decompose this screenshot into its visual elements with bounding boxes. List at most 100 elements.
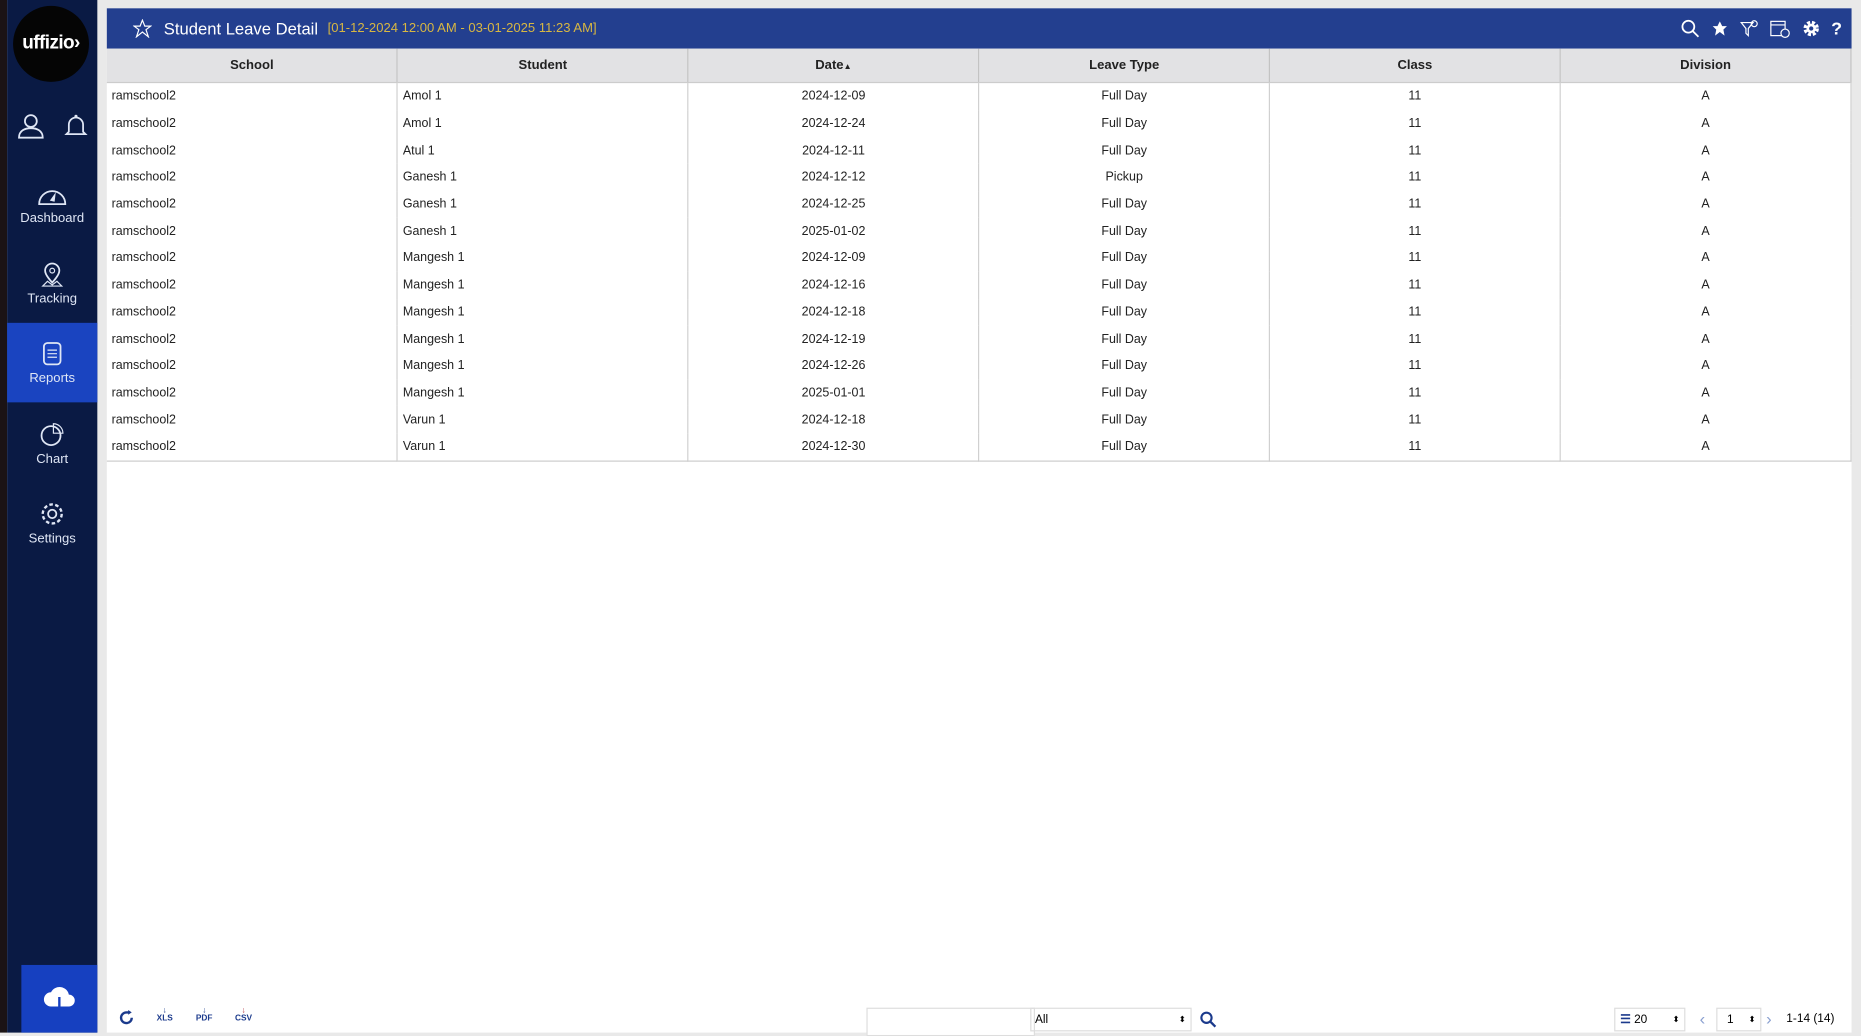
cell-date: 2025-01-01 [688, 379, 980, 407]
table-row[interactable]: ramschool2 Mangesh 1 2024-12-16 Full Day 11 A [106, 271, 1852, 299]
cell-division: A [1560, 379, 1852, 407]
cell-date: 2024-12-26 [688, 352, 980, 380]
column-header-class[interactable]: Class [1269, 48, 1561, 84]
user-icon[interactable] [16, 113, 44, 139]
cell-division: A [1560, 82, 1852, 111]
cell-school: ramschool2 [106, 352, 399, 380]
page-select[interactable]: 1 ⬍ [1716, 1007, 1762, 1032]
export-csv-button[interactable]: ↓ CSV [235, 1006, 252, 1023]
cell-school: ramschool2 [106, 244, 399, 272]
cell-date: 2024-12-30 [688, 433, 980, 462]
table-row[interactable]: ramschool2 Amol 1 2024-12-24 Full Day 11 A [106, 110, 1852, 137]
cell-division: A [1560, 271, 1852, 299]
star-icon[interactable] [132, 18, 152, 38]
leave-table: School Student Date▲ Leave Type Class Divisio… [106, 48, 1852, 462]
search-icon[interactable] [1680, 19, 1699, 38]
cell-school: ramschool2 [106, 136, 399, 164]
table-row[interactable]: ramschool2 Mangesh 1 2024-12-26 Full Day 11 A [106, 352, 1852, 380]
cell-date: 2024-12-18 [688, 406, 980, 434]
filter-select[interactable]: All ⬍ [1030, 1007, 1192, 1032]
sidebar-item-tracking[interactable]: Tracking [7, 243, 97, 323]
bell-icon[interactable] [62, 113, 88, 139]
sidebar-item-reports[interactable]: Reports [7, 322, 98, 403]
sort-asc-icon: ▲ [843, 62, 852, 72]
search-icon[interactable] [1200, 1011, 1217, 1028]
export-xls-button[interactable]: ↓ XLS [157, 1006, 173, 1023]
cell-class: 11 [1269, 190, 1561, 218]
cell-student: Mangesh 1 [397, 352, 689, 380]
cell-leave-type: Full Day [978, 379, 1271, 407]
cell-class: 11 [1269, 271, 1561, 299]
download-icon: ↓ [202, 1006, 207, 1015]
cell-student: Varun 1 [397, 433, 689, 462]
cell-leave-type: Full Day [978, 325, 1271, 353]
cell-student: Atul 1 [397, 136, 689, 164]
sidebar-item-chart[interactable]: Chart [7, 404, 97, 484]
download-icon: ↓ [162, 1006, 167, 1015]
favorite-star-icon[interactable] [1710, 19, 1729, 38]
table-row[interactable]: ramschool2 Varun 1 2024-12-18 Full Day 11 A [106, 406, 1852, 434]
cell-date: 2024-12-12 [688, 163, 980, 191]
export-pdf-button[interactable]: ↓ PDF [196, 1006, 213, 1023]
cell-leave-type: Full Day [978, 217, 1271, 245]
column-header-division[interactable]: Division [1560, 48, 1852, 84]
cell-date: 2024-12-09 [688, 244, 980, 272]
cell-class: 11 [1269, 325, 1561, 353]
report-icon [43, 341, 62, 365]
column-header-date[interactable]: Date▲ [688, 48, 980, 84]
cell-student: Ganesh 1 [397, 190, 689, 218]
table-row[interactable]: ramschool2 Varun 1 2024-12-30 Full Day 11 A [106, 433, 1852, 462]
cell-school: ramschool2 [106, 217, 399, 245]
window-edge [0, 0, 8, 1033]
calendar-clock-icon[interactable] [1769, 19, 1790, 38]
cell-student: Amol 1 [397, 82, 689, 111]
sidebar-item-dashboard[interactable]: Dashboard [7, 163, 97, 243]
page-size-select[interactable]: ☰ 20 ⬍ [1614, 1007, 1686, 1032]
column-header-leave-type[interactable]: Leave Type [978, 48, 1271, 84]
table-row[interactable]: ramschool2 Ganesh 1 2024-12-12 Pickup 11 A [106, 163, 1852, 191]
cell-school: ramschool2 [106, 406, 399, 434]
table-row[interactable]: ramschool2 Mangesh 1 2024-12-19 Full Day 11 A [106, 325, 1852, 353]
column-header-student[interactable]: Student [397, 48, 689, 84]
refresh-icon[interactable] [119, 1010, 134, 1025]
select-arrows-icon: ⬍ [1672, 1015, 1680, 1025]
cell-class: 11 [1269, 352, 1561, 380]
cell-class: 11 [1269, 82, 1561, 111]
cell-student: Mangesh 1 [397, 271, 689, 299]
table-row[interactable]: ramschool2 Ganesh 1 2025-01-02 Full Day 11 A [106, 217, 1852, 245]
filter-settings-icon[interactable] [1739, 19, 1759, 38]
table-row[interactable]: ramschool2 Atul 1 2024-12-11 Full Day 11 A [106, 136, 1852, 164]
help-icon[interactable]: ? [1831, 18, 1842, 38]
cell-class: 11 [1269, 217, 1561, 245]
cell-school: ramschool2 [106, 82, 399, 111]
table-row[interactable]: ramschool2 Mangesh 1 2025-01-01 Full Day 11 A [106, 379, 1852, 407]
select-arrows-icon: ⬍ [1178, 1015, 1186, 1025]
cell-leave-type: Full Day [978, 298, 1271, 326]
sidebar-item-settings[interactable]: Settings [7, 483, 97, 563]
cell-leave-type: Full Day [978, 190, 1271, 218]
date-range: [01-12-2024 12:00 AM - 03-01-2025 11:23 … [327, 21, 597, 36]
cell-class: 11 [1269, 433, 1561, 462]
settings-icon[interactable] [1802, 19, 1821, 38]
logo[interactable]: uffizio › [13, 5, 90, 82]
column-header-school[interactable]: School [106, 48, 399, 84]
cell-division: A [1560, 163, 1852, 191]
upload-button[interactable] [21, 964, 98, 1033]
table-row[interactable]: ramschool2 Mangesh 1 2024-12-18 Full Day 11 A [106, 298, 1852, 326]
cell-division: A [1560, 217, 1852, 245]
cell-student: Mangesh 1 [397, 298, 689, 326]
cell-school: ramschool2 [106, 190, 399, 218]
cell-school: ramschool2 [106, 379, 399, 407]
prev-page-icon[interactable]: ‹ [1700, 1009, 1706, 1028]
next-page-icon[interactable]: › [1766, 1009, 1772, 1028]
table-row[interactable]: ramschool2 Amol 1 2024-12-09 Full Day 11 A [106, 82, 1852, 111]
cell-student: Mangesh 1 [397, 325, 689, 353]
page-title: Student Leave Detail [163, 18, 319, 38]
table-row[interactable]: ramschool2 Mangesh 1 2024-12-09 Full Day 11 A [106, 244, 1852, 272]
gear-icon [41, 502, 63, 525]
cell-date: 2024-12-24 [688, 110, 980, 137]
table-row[interactable]: ramschool2 Ganesh 1 2024-12-25 Full Day 11 A [106, 190, 1852, 218]
sidebar: uffizio › Dashboard Tracking Reports Char… [7, 0, 98, 1033]
cell-class: 11 [1269, 136, 1561, 164]
select-arrows-icon: ⬍ [1748, 1015, 1756, 1025]
